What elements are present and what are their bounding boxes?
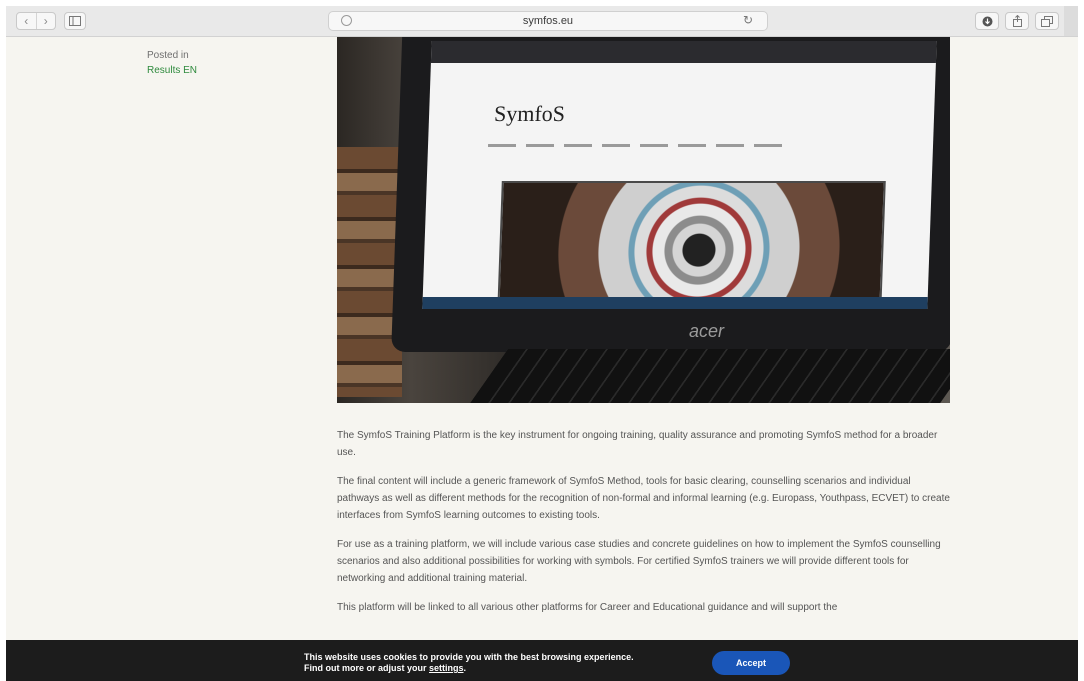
image-screen-taskbar xyxy=(422,297,928,309)
image-screen-menu xyxy=(487,144,789,147)
cookie-message-line2: Find out more or adjust your settings. xyxy=(304,663,634,674)
back-button[interactable]: ‹ xyxy=(17,13,36,29)
image-laptop-screen: SymfoS xyxy=(422,41,937,309)
reload-icon[interactable]: ↻ xyxy=(743,13,753,27)
featured-image: SymfoS acer xyxy=(337,37,950,403)
window-edge xyxy=(1064,6,1078,36)
cookie-line2-prefix: Find out more or adjust your xyxy=(304,663,430,673)
paragraph: The SymfoS Training Platform is the key … xyxy=(337,430,938,458)
nav-buttons: ‹ › xyxy=(16,12,56,30)
address-bar[interactable]: symfos.eu ↻ xyxy=(328,11,768,31)
tabs-button[interactable] xyxy=(1035,12,1059,30)
image-screen-logo: SymfoS xyxy=(493,101,566,126)
tabs-icon xyxy=(1041,15,1053,27)
sidebar-button[interactable] xyxy=(64,12,86,30)
cookie-settings-link[interactable]: settings xyxy=(429,663,464,673)
paragraph: The final content will include a generic… xyxy=(337,476,950,521)
cookie-message-line1: This website uses cookies to provide you… xyxy=(304,652,634,662)
download-icon xyxy=(982,16,992,26)
image-screen-browserbar xyxy=(430,41,937,63)
cookie-accept-button[interactable]: Accept xyxy=(712,651,790,675)
post-meta: Posted in Results EN xyxy=(147,48,197,78)
image-laptop-brand: acer xyxy=(689,321,725,341)
cookie-line2-suffix: . xyxy=(463,663,467,673)
cookie-message: This website uses cookies to provide you… xyxy=(304,652,634,674)
sidebar-icon xyxy=(69,16,81,26)
share-icon xyxy=(1012,15,1022,27)
paragraph: For use as a training platform, we will … xyxy=(337,539,941,584)
paragraph: This platform will be linked to all vari… xyxy=(337,602,838,613)
image-keyboard xyxy=(465,349,950,403)
image-screen-photo xyxy=(497,181,886,307)
browser-window: ‹ › symfos.eu ↻ Posted in Results EN Sym… xyxy=(6,6,1078,681)
download-button[interactable] xyxy=(975,12,999,30)
post-content: The SymfoS Training Platform is the key … xyxy=(337,427,952,628)
posted-in-label: Posted in xyxy=(147,50,189,61)
share-button[interactable] xyxy=(1005,12,1029,30)
forward-button[interactable]: › xyxy=(35,13,56,29)
cookie-banner: This website uses cookies to provide you… xyxy=(6,640,1078,681)
browser-toolbar: ‹ › symfos.eu ↻ xyxy=(6,6,1078,37)
image-books xyxy=(337,147,402,397)
url-text: symfos.eu xyxy=(522,15,574,27)
category-link[interactable]: Results EN xyxy=(147,63,197,78)
